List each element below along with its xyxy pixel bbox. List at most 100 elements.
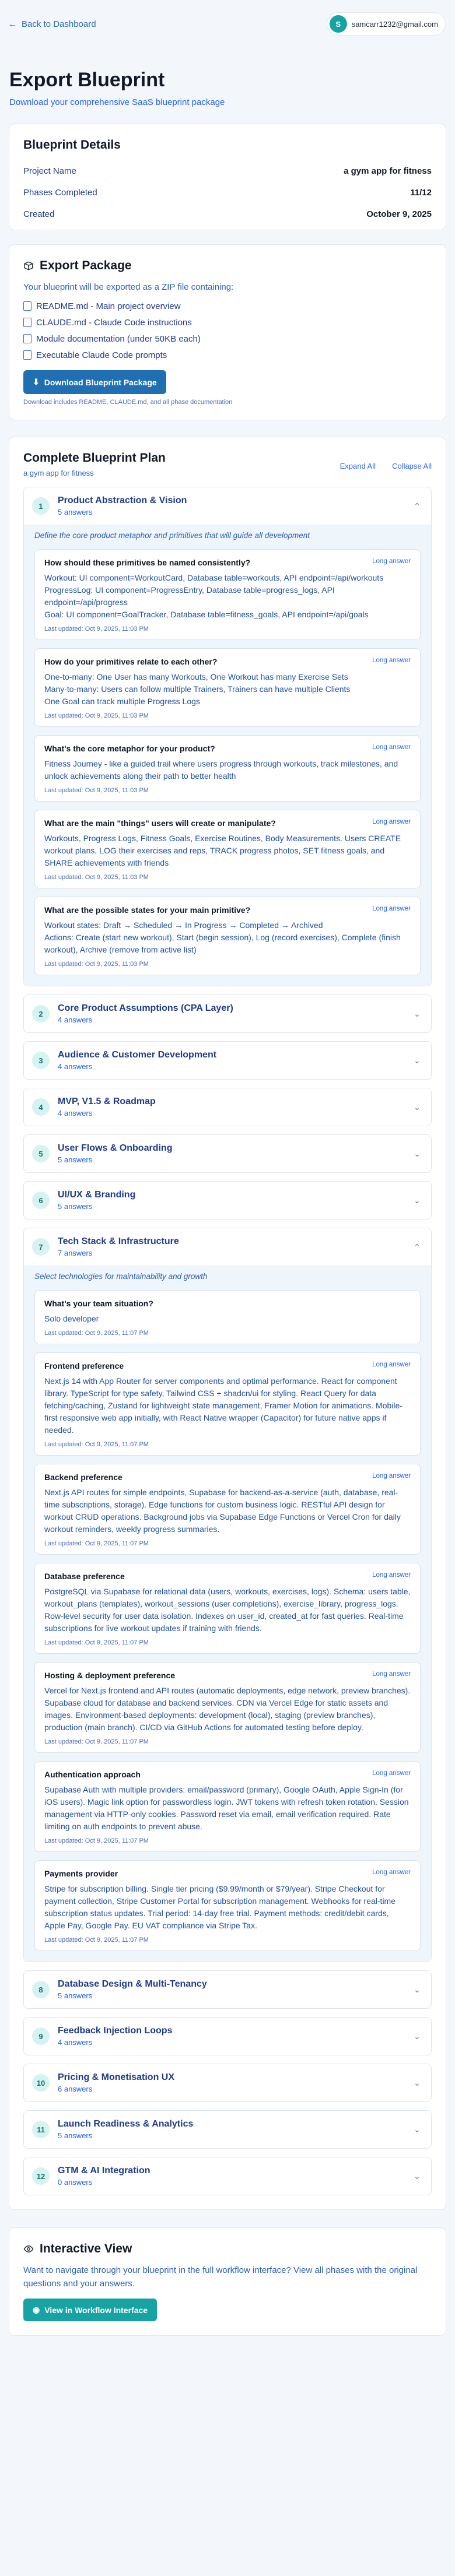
plan-title: Complete Blueprint Plan bbox=[23, 451, 166, 465]
section-answer-count: 5 answers bbox=[58, 1991, 93, 2000]
qa-card: Backend preference Long answer Next.js API… bbox=[34, 1464, 421, 1555]
download-blueprint-button[interactable]: ⬇ Download Blueprint Package bbox=[23, 370, 166, 394]
details-key: Created bbox=[23, 209, 55, 219]
section-answer-count: 4 answers bbox=[58, 1015, 93, 1024]
section-title: Launch Readiness & Analytics bbox=[58, 2119, 194, 2129]
section-title: Product Abstraction & Vision bbox=[58, 495, 187, 505]
plan-section: 6 UI/UX & Branding 5 answers ⌄ bbox=[23, 1181, 432, 1220]
question-text: What are the possible states for your ma… bbox=[44, 905, 251, 915]
chevron-down-icon[interactable]: ⌄ bbox=[411, 2077, 423, 2089]
section-header[interactable]: 1 Product Abstraction & Vision 5 answers ⌃ bbox=[24, 487, 431, 525]
section-answer-count: 5 answers bbox=[58, 1202, 93, 1211]
collapse-all-button[interactable]: Collapse All bbox=[392, 462, 432, 470]
section-answer-count: 4 answers bbox=[58, 2038, 93, 2047]
qa-card: What are the main "things" users will cr… bbox=[34, 810, 421, 888]
chevron-up-icon[interactable]: ⌃ bbox=[411, 1241, 423, 1253]
answer-type-tag: Long answer bbox=[372, 1869, 411, 1876]
view-workflow-button[interactable]: ◉ View in Workflow Interface bbox=[23, 2299, 158, 2321]
download-button-label: Download Blueprint Package bbox=[44, 377, 157, 387]
sections-list: 1 Product Abstraction & Vision 5 answers ⌃ D… bbox=[23, 487, 432, 2195]
last-updated: Last updated: Oct 9, 2025, 11:07 PM bbox=[44, 1639, 149, 1646]
chevron-down-icon[interactable]: ⌄ bbox=[411, 1101, 423, 1113]
export-title: Export Package bbox=[40, 259, 132, 272]
answer-text: Stripe for subscription billing. Single … bbox=[44, 1884, 396, 1930]
section-header[interactable]: 6 UI/UX & Branding 5 answers ⌄ bbox=[24, 1182, 431, 1219]
section-header[interactable]: 3 Audience & Customer Development 4 answer… bbox=[24, 1042, 431, 1079]
expand-all-button[interactable]: Expand All bbox=[340, 462, 376, 470]
file-list-item: README.md - Main project overview bbox=[23, 298, 432, 314]
question-text: Hosting & deployment preference bbox=[44, 1671, 176, 1680]
section-header[interactable]: 2 Core Product Assumptions (CPA Layer) 4 a… bbox=[24, 995, 431, 1032]
section-description: Define the core product metaphor and pri… bbox=[34, 531, 310, 540]
back-to-dashboard-link[interactable]: ← Back to Dashboard bbox=[8, 19, 96, 29]
section-header[interactable]: 11 Launch Readiness & Analytics 5 answers ⌄ bbox=[24, 2111, 431, 2148]
chevron-down-icon[interactable]: ⌄ bbox=[411, 1008, 423, 1020]
section-header[interactable]: 9 Feedback Injection Loops 4 answers ⌄ bbox=[24, 2018, 431, 2055]
question-text: Authentication approach bbox=[44, 1770, 141, 1779]
chevron-down-icon[interactable]: ⌄ bbox=[411, 2030, 423, 2042]
user-menu[interactable]: S samcarr1232@gmail.com bbox=[326, 12, 446, 36]
answer-type-tag: Long answer bbox=[372, 744, 411, 751]
section-title: User Flows & Onboarding bbox=[58, 1143, 173, 1153]
plan-section: 7 Tech Stack & Infrastructure 7 answers ⌃ Se… bbox=[23, 1228, 432, 1962]
answer-text: One-to-many: One User has many Workouts,… bbox=[44, 672, 351, 706]
section-header[interactable]: 10 Pricing & Monetisation UX 6 answers ⌄ bbox=[24, 2064, 431, 2101]
download-icon: ⬇ bbox=[33, 377, 40, 386]
file-icon bbox=[23, 301, 32, 311]
page-title: Export Blueprint bbox=[9, 69, 165, 91]
chevron-down-icon[interactable]: ⌄ bbox=[411, 1984, 423, 1995]
chevron-down-icon[interactable]: ⌄ bbox=[411, 2124, 423, 2135]
plan-section: 9 Feedback Injection Loops 4 answers ⌄ bbox=[23, 2017, 432, 2055]
section-title: MVP, V1.5 & Roadmap bbox=[58, 1097, 156, 1106]
plan-section: 1 Product Abstraction & Vision 5 answers ⌃ D… bbox=[23, 487, 432, 986]
chevron-down-icon[interactable]: ⌄ bbox=[411, 1194, 423, 1206]
plan-section: 8 Database Design & Multi-Tenancy 5 answer… bbox=[23, 1970, 432, 2009]
qa-card: Authentication approach Long answer Supaba… bbox=[34, 1761, 421, 1852]
section-number: 4 bbox=[32, 1098, 50, 1116]
file-icon bbox=[23, 318, 32, 327]
section-title: Tech Stack & Infrastructure bbox=[58, 1236, 179, 1246]
avatar: S bbox=[329, 15, 347, 33]
details-row: Created October 9, 2025 bbox=[23, 203, 432, 225]
answer-type-tag: Long answer bbox=[372, 1472, 411, 1479]
question-text: How do your primitives relate to each ot… bbox=[44, 657, 218, 666]
answer-text: PostgreSQL via Supabase for relational d… bbox=[44, 1587, 411, 1633]
answer-text: Workouts, Progress Logs, Fitness Goals, … bbox=[44, 834, 401, 867]
file-icon bbox=[23, 334, 32, 343]
details-row: Project Name a gym app for fitness bbox=[23, 160, 432, 182]
section-number: 12 bbox=[32, 2167, 50, 2185]
section-header[interactable]: 7 Tech Stack & Infrastructure 7 answers ⌃ bbox=[24, 1228, 431, 1266]
plan-subtitle: a gym app for fitness bbox=[23, 469, 94, 477]
answer-type-tag: Long answer bbox=[372, 1572, 411, 1579]
section-number: 2 bbox=[32, 1005, 50, 1022]
section-number: 11 bbox=[32, 2121, 50, 2138]
answer-text: Supabase Auth with multiple providers: e… bbox=[44, 1785, 409, 1831]
export-intro: Your blueprint will be exported as a ZIP… bbox=[23, 282, 234, 292]
details-key: Phases Completed bbox=[23, 188, 97, 198]
section-number: 1 bbox=[32, 497, 50, 515]
section-title: GTM & AI Integration bbox=[58, 2166, 150, 2176]
last-updated: Last updated: Oct 9, 2025, 11:03 PM bbox=[44, 874, 149, 881]
chevron-up-icon[interactable]: ⌃ bbox=[411, 500, 423, 512]
section-header[interactable]: 8 Database Design & Multi-Tenancy 5 answer… bbox=[24, 1971, 431, 2008]
section-answer-count: 6 answers bbox=[58, 2085, 93, 2093]
qa-card: Database preference Long answer PostgreSQL… bbox=[34, 1563, 421, 1654]
section-number: 9 bbox=[32, 2027, 50, 2045]
interactive-title: Interactive View bbox=[40, 2242, 132, 2255]
last-updated: Last updated: Oct 9, 2025, 11:07 PM bbox=[44, 1837, 149, 1844]
section-answer-count: 5 answers bbox=[58, 1155, 93, 1164]
chevron-down-icon[interactable]: ⌄ bbox=[411, 1148, 423, 1159]
details-value: October 9, 2025 bbox=[366, 209, 432, 219]
last-updated: Last updated: Oct 9, 2025, 11:07 PM bbox=[44, 1330, 149, 1337]
section-header[interactable]: 4 MVP, V1.5 & Roadmap 4 answers ⌄ bbox=[24, 1088, 431, 1126]
section-number: 6 bbox=[32, 1192, 50, 1209]
answer-text: Fitness Journey - like a guided trail wh… bbox=[44, 759, 398, 781]
section-header[interactable]: 5 User Flows & Onboarding 5 answers ⌄ bbox=[24, 1135, 431, 1172]
qa-card: How should these primitives be named con… bbox=[34, 549, 421, 640]
section-description: Select technologies for maintainability … bbox=[34, 1272, 208, 1281]
file-label: CLAUDE.md - Claude Code instructions bbox=[36, 317, 192, 328]
section-header[interactable]: 12 GTM & AI Integration 0 answers ⌄ bbox=[24, 2157, 431, 2195]
chevron-down-icon[interactable]: ⌄ bbox=[411, 2170, 423, 2182]
interactive-text: Want to navigate through your blueprint … bbox=[23, 2265, 418, 2289]
chevron-down-icon[interactable]: ⌄ bbox=[411, 1055, 423, 1066]
